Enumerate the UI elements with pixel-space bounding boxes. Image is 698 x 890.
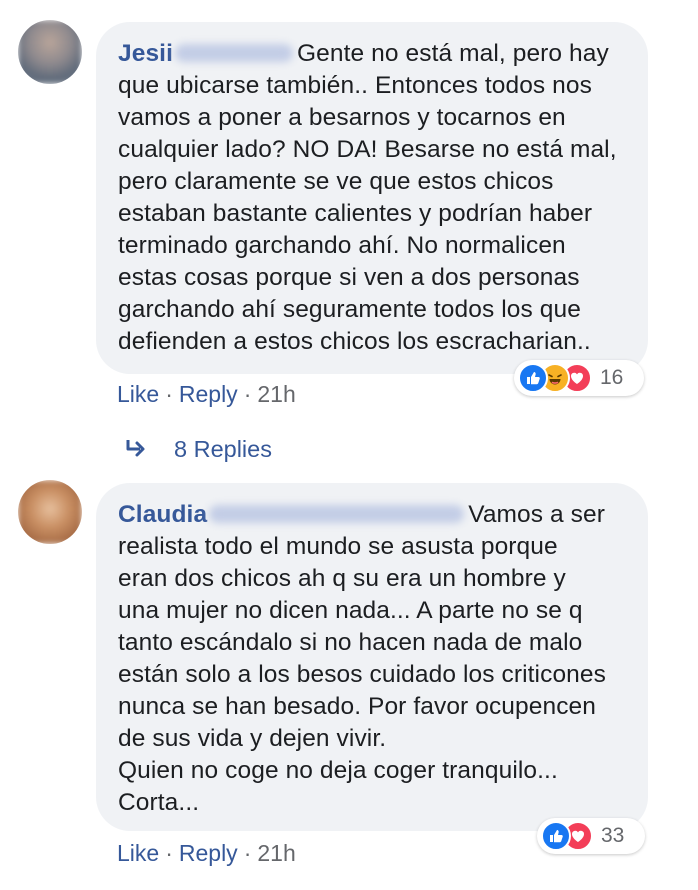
reply-link[interactable]: Reply	[179, 840, 238, 866]
reaction-count: 33	[601, 824, 625, 847]
comment-actions: Like · Reply · 21h	[117, 840, 296, 867]
comment-bubble: Claudia Vamos a ser realista todo el mund…	[96, 483, 648, 831]
comment-author[interactable]: Claudia	[118, 501, 207, 528]
comment-text: Gente no está mal, pero hay que ubicarse…	[118, 40, 617, 355]
like-link[interactable]: Like	[117, 381, 159, 407]
comment-author[interactable]: Jesii	[118, 40, 173, 67]
avatar[interactable]	[18, 20, 82, 84]
comment-timestamp[interactable]: 21h	[257, 840, 295, 866]
avatar-image	[18, 480, 82, 544]
avatar[interactable]	[18, 480, 82, 544]
comment-actions: Like · Reply · 21h	[117, 381, 296, 408]
redacted-surname	[175, 43, 293, 62]
reaction-summary[interactable]: 33	[537, 818, 645, 854]
reaction-summary[interactable]: 16	[514, 360, 644, 396]
separator: ·	[165, 381, 173, 407]
comment-text: Vamos a ser realista todo el mundo se as…	[118, 501, 606, 816]
comment-bubble: Jesii Gente no está mal, pero hay que ubi…	[96, 22, 648, 374]
like-icon	[541, 821, 571, 851]
comment-timestamp[interactable]: 21h	[257, 381, 295, 407]
separator: ·	[165, 840, 173, 866]
reaction-count: 16	[600, 366, 624, 389]
replies-label[interactable]: 8 Replies	[174, 436, 272, 463]
view-replies-link[interactable]: 8 Replies	[120, 434, 272, 464]
like-link[interactable]: Like	[117, 840, 159, 866]
like-icon	[518, 363, 548, 393]
reply-link[interactable]: Reply	[179, 381, 238, 407]
reply-arrow-icon	[120, 434, 150, 464]
separator: ·	[243, 381, 252, 407]
separator: ·	[243, 840, 252, 866]
avatar-image	[18, 20, 82, 84]
redacted-surname	[209, 504, 465, 523]
